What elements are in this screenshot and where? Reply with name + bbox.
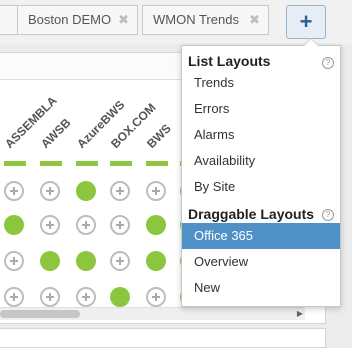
column-label: BWS: [144, 121, 174, 151]
tab-boston-demo[interactable]: Boston DEMO ✖: [17, 5, 138, 35]
scroll-right-icon[interactable]: ▶: [297, 308, 303, 320]
menu-item-list-layout[interactable]: By Site: [182, 174, 340, 200]
tab-label: WMON Trends: [153, 12, 239, 27]
status-dot-active[interactable]: [146, 251, 166, 271]
lower-panel: [0, 328, 326, 348]
status-dot-active[interactable]: [4, 215, 24, 235]
menu-item-list-layout[interactable]: Alarms: [182, 122, 340, 148]
add-status-icon[interactable]: [146, 181, 166, 201]
close-icon[interactable]: ✖: [118, 6, 129, 34]
tab-partial[interactable]: [0, 5, 18, 35]
tab-label: Boston DEMO: [28, 12, 112, 27]
column-drag-handle[interactable]: [4, 161, 26, 166]
layout-menu: List Layouts ? Trends Errors Alarms Availab…: [181, 38, 341, 307]
add-status-icon[interactable]: [40, 215, 60, 235]
add-status-icon[interactable]: [110, 181, 130, 201]
add-status-icon[interactable]: [4, 181, 24, 201]
menu-item-draggable-layout[interactable]: New: [182, 275, 340, 301]
close-icon[interactable]: ✖: [249, 6, 260, 34]
tab-wmon-trends[interactable]: WMON Trends ✖: [142, 5, 269, 35]
list-layouts-header: List Layouts: [188, 53, 271, 69]
add-status-icon[interactable]: [76, 215, 96, 235]
column-drag-handle[interactable]: [40, 161, 62, 166]
status-dot-active[interactable]: [76, 181, 96, 201]
column-drag-handle[interactable]: [110, 161, 132, 166]
help-icon[interactable]: ?: [322, 57, 334, 69]
add-status-icon[interactable]: [40, 287, 60, 307]
status-dot-active[interactable]: [40, 251, 60, 271]
add-status-icon[interactable]: [76, 287, 96, 307]
tab-strip: Boston DEMO ✖ WMON Trends ✖ +: [0, 0, 352, 44]
add-status-icon[interactable]: [4, 251, 24, 271]
add-status-icon[interactable]: [110, 251, 130, 271]
column-drag-handle[interactable]: [146, 161, 168, 166]
horizontal-scrollbar[interactable]: ▶: [0, 307, 305, 320]
menu-item-list-layout[interactable]: Trends: [182, 70, 340, 96]
add-status-icon[interactable]: [146, 287, 166, 307]
add-status-icon[interactable]: [4, 287, 24, 307]
menu-item-list-layout[interactable]: Availability: [182, 148, 340, 174]
add-status-icon[interactable]: [110, 215, 130, 235]
add-status-icon[interactable]: [40, 181, 60, 201]
status-dot-active[interactable]: [76, 251, 96, 271]
scrollbar-thumb[interactable]: [0, 310, 80, 318]
column-label: AWSB: [38, 115, 74, 151]
menu-caret: [303, 38, 319, 46]
help-icon[interactable]: ?: [322, 209, 334, 221]
menu-item-draggable-layout[interactable]: Overview: [182, 249, 340, 275]
menu-item-list-layout[interactable]: Errors: [182, 96, 340, 122]
status-dot-active[interactable]: [110, 287, 130, 307]
plus-icon: +: [299, 9, 313, 34]
add-layout-button[interactable]: +: [286, 5, 326, 39]
menu-item-draggable-layout[interactable]: Office 365: [182, 223, 340, 249]
status-dot-active[interactable]: [146, 215, 166, 235]
column-drag-handle[interactable]: [76, 161, 98, 166]
draggable-layouts-header: Draggable Layouts: [188, 206, 315, 222]
